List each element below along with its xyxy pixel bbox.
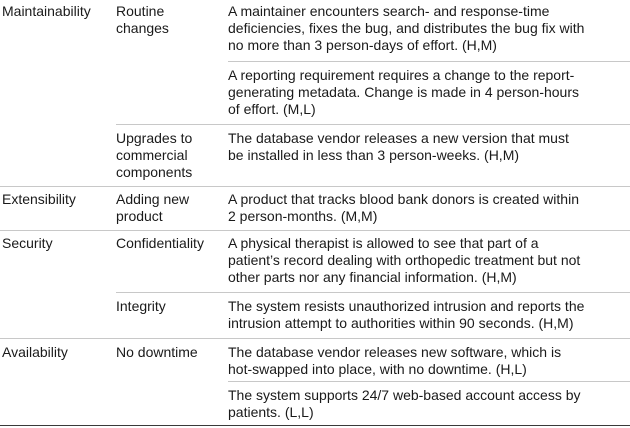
scenario-line: no more than 3 person-days of effort. (H… <box>228 37 497 53</box>
refinement-line: product <box>116 208 163 224</box>
row-divider <box>0 186 630 187</box>
refinement-line: Routine <box>116 3 165 19</box>
refinement-line: changes <box>116 20 169 36</box>
refinement-cell: Upgrades to commercial components <box>116 130 192 181</box>
attribute-cell: Security <box>2 235 53 252</box>
refinement-line: Integrity <box>116 298 166 314</box>
attribute-cell: Maintainability <box>2 3 91 20</box>
scenario-line: of effort. (M,L) <box>228 101 316 117</box>
scenario-line: deficiencies, fixes the bug, and distrib… <box>228 20 585 36</box>
refinement-line: Upgrades to <box>116 130 193 146</box>
refinement-cell: Adding new product <box>116 191 189 225</box>
attribute-cell: Extensibility <box>2 191 76 208</box>
refinement-line: Adding new <box>116 191 190 207</box>
scenario-line: 2 person-months. (M,M) <box>228 208 378 224</box>
scenario-line: intrusion attempt to authorities within … <box>228 315 574 331</box>
scenario-line: hot-swapped into place, with no downtime… <box>228 361 527 377</box>
refinement-line: Confidentiality <box>116 235 204 251</box>
refinement-line: No downtime <box>116 344 198 360</box>
scenario-line: generating metadata. Change is made in 4… <box>228 84 579 100</box>
refinement-line: components <box>116 164 193 180</box>
row-divider <box>116 124 630 125</box>
row-divider <box>0 230 630 231</box>
refinement-cell: No downtime <box>116 344 198 361</box>
row-divider <box>228 381 630 382</box>
scenario-cell: The system supports 24/7 web-based accou… <box>228 387 581 421</box>
scenario-line: A reporting requirement requires a chang… <box>228 67 575 83</box>
scenario-cell: A reporting requirement requires a chang… <box>228 67 579 118</box>
scenario-line: A physical therapist is allowed to see t… <box>228 235 539 251</box>
scenario-cell: A physical therapist is allowed to see t… <box>228 235 580 286</box>
row-divider <box>228 61 630 62</box>
scenario-line: other parts nor any financial informatio… <box>228 269 517 285</box>
attribute-label: Maintainability <box>2 3 91 19</box>
attribute-label: Security <box>2 235 53 251</box>
scenario-line: A product that tracks blood bank donors … <box>228 191 579 207</box>
attribute-cell: Availability <box>2 344 68 361</box>
scenario-line: The database vendor releases new softwar… <box>228 344 562 360</box>
scenario-cell: The database vendor releases new softwar… <box>228 344 561 378</box>
scenario-line: patient’s record dealing with orthopedic… <box>228 252 581 268</box>
scenario-line: A maintainer encounters search- and resp… <box>228 3 550 19</box>
scenario-line: The database vendor releases a new versi… <box>228 130 569 146</box>
attribute-label: Availability <box>2 344 68 360</box>
row-divider <box>116 292 630 293</box>
scenario-cell: A maintainer encounters search- and resp… <box>228 3 584 54</box>
scenario-line: be installed in less than 3 person-weeks… <box>228 147 520 163</box>
refinement-cell: Confidentiality <box>116 235 204 252</box>
table-bottom-rule <box>0 425 630 426</box>
scenario-line: patients. (L,L) <box>228 404 314 420</box>
refinement-cell: Integrity <box>116 298 166 315</box>
row-divider <box>0 338 630 339</box>
scenario-cell: A product that tracks blood bank donors … <box>228 191 579 225</box>
scenario-cell: The system resists unauthorized intrusio… <box>228 298 584 332</box>
quality-attribute-table: Maintainability Routine changes A mainta… <box>0 0 630 428</box>
attribute-label: Extensibility <box>2 191 76 207</box>
refinement-line: commercial <box>116 147 188 163</box>
refinement-cell: Routine changes <box>116 3 169 37</box>
scenario-line: The system resists unauthorized intrusio… <box>228 298 585 314</box>
scenario-line: The system supports 24/7 web-based accou… <box>228 387 581 403</box>
scenario-cell: The database vendor releases a new versi… <box>228 130 569 164</box>
